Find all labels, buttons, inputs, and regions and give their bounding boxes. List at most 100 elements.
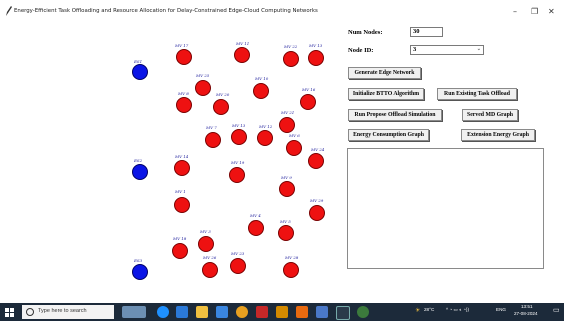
init-btto-button[interactable]: Initialize BTTO Algorithm bbox=[348, 88, 424, 100]
mobile-device-node bbox=[309, 205, 325, 221]
language-indicator[interactable]: ENG bbox=[496, 307, 506, 312]
edge-server-node bbox=[132, 264, 148, 280]
node-label: MV 20 bbox=[216, 92, 230, 97]
node-label: MV 13 bbox=[232, 123, 246, 128]
mobile-device-node bbox=[172, 243, 188, 259]
close-button[interactable]: ✕ bbox=[548, 8, 555, 16]
energy-consumption-graph-button[interactable]: Energy Consumption Graph bbox=[348, 129, 429, 141]
taskbar-search-box[interactable]: Type here to search bbox=[22, 305, 114, 319]
generate-network-button[interactable]: Generate Edge Network bbox=[348, 67, 421, 79]
node-label: MV 10 bbox=[255, 76, 269, 81]
weather-widget-icon[interactable] bbox=[122, 306, 146, 318]
mobile-device-node bbox=[213, 99, 229, 115]
task-view-icon[interactable] bbox=[176, 306, 188, 318]
search-placeholder: Type here to search bbox=[38, 308, 87, 314]
mobile-device-node bbox=[198, 236, 214, 252]
mobile-device-node bbox=[253, 83, 269, 99]
clock-time[interactable]: 13:51 bbox=[521, 304, 533, 309]
node-label: MV 6 bbox=[289, 133, 300, 138]
mobile-device-node bbox=[308, 50, 324, 66]
mobile-device-node bbox=[248, 220, 264, 236]
node-label: ES2 bbox=[134, 158, 143, 163]
mobile-device-node bbox=[229, 167, 245, 183]
chevron-down-icon: ⌄ bbox=[476, 47, 481, 52]
mobile-device-node bbox=[283, 51, 299, 67]
node-label: MV 12 bbox=[259, 124, 273, 129]
node-label: MV 26 bbox=[203, 255, 217, 260]
taskbar: Type here to search ☀ 28°C ^ ◔ ▭ ◐ ◔)) E… bbox=[0, 303, 564, 321]
edge-server-node bbox=[132, 64, 148, 80]
served-md-graph-button[interactable]: Served MD Graph bbox=[462, 109, 518, 121]
node-label: MV 22 bbox=[284, 44, 298, 49]
node-label: MV 1 bbox=[175, 189, 186, 194]
node-label: MV 14 bbox=[175, 154, 189, 159]
mobile-device-node bbox=[308, 153, 324, 169]
node-id-value: 3 bbox=[413, 46, 417, 53]
node-label: MV 23 bbox=[231, 251, 245, 256]
run-existing-offload-button[interactable]: Run Existing Task Offload bbox=[437, 88, 517, 100]
clock-date[interactable]: 27-08-2024 bbox=[514, 311, 538, 316]
node-label: MV 18 bbox=[173, 236, 187, 241]
feather-icon bbox=[6, 6, 12, 16]
mobile-device-node bbox=[234, 47, 250, 63]
mobile-device-node bbox=[174, 197, 190, 213]
node-label: MV 11 bbox=[236, 41, 250, 46]
node-label: ES3 bbox=[134, 258, 143, 263]
output-text-area[interactable] bbox=[347, 148, 544, 269]
weather-temperature: 28°C bbox=[424, 307, 435, 312]
edge-browser-icon[interactable] bbox=[157, 306, 169, 318]
mobile-device-node bbox=[205, 132, 221, 148]
num-nodes-label: Num Nodes: bbox=[348, 29, 383, 36]
node-label: MV 9 bbox=[281, 175, 292, 180]
node-label: MV 24 bbox=[311, 147, 325, 152]
mobile-device-node bbox=[283, 262, 299, 278]
app-icon[interactable] bbox=[296, 306, 308, 318]
mobile-device-node bbox=[195, 80, 211, 96]
node-label: MV 25 bbox=[196, 73, 210, 78]
app-icon[interactable] bbox=[316, 306, 328, 318]
node-id-label: Node ID: bbox=[348, 47, 374, 54]
mobile-device-node bbox=[202, 262, 218, 278]
node-label: MV 28 bbox=[285, 255, 299, 260]
edge-server-node bbox=[132, 164, 148, 180]
node-id-select[interactable]: 3 ⌄ bbox=[410, 45, 484, 55]
node-label: MV 16 bbox=[302, 87, 316, 92]
acrobat-icon[interactable] bbox=[256, 306, 268, 318]
network-canvas: ES1 ES2 ES3 MV 17 MV 11 MV 22 MV 13 MV 2… bbox=[0, 24, 340, 296]
windows-start-icon[interactable] bbox=[5, 308, 14, 317]
file-explorer-icon[interactable] bbox=[196, 306, 208, 318]
maximize-button[interactable]: ❐ bbox=[531, 8, 538, 16]
chrome-icon[interactable] bbox=[236, 306, 248, 318]
system-tray-icons[interactable]: ^ ◔ ▭ ◐ ◔)) bbox=[446, 307, 469, 313]
notification-icon[interactable]: ▭ bbox=[553, 306, 560, 314]
node-label: MV 7 bbox=[206, 125, 217, 130]
mobile-device-node bbox=[279, 117, 295, 133]
search-icon bbox=[26, 308, 34, 316]
mail-icon[interactable] bbox=[216, 306, 228, 318]
extension-energy-graph-button[interactable]: Extension Energy Graph bbox=[461, 129, 535, 141]
node-label: MV 3 bbox=[200, 229, 211, 234]
mobile-device-node bbox=[278, 225, 294, 241]
run-propose-simulation-button[interactable]: Run Propose Offload Simulation bbox=[348, 109, 442, 121]
python-icon[interactable] bbox=[357, 306, 369, 318]
weather-icon: ☀ bbox=[415, 308, 421, 314]
node-label: MV 5 bbox=[280, 219, 291, 224]
mobile-device-node bbox=[176, 49, 192, 65]
app-icon[interactable] bbox=[276, 306, 288, 318]
terminal-icon[interactable] bbox=[336, 306, 350, 320]
mobile-device-node bbox=[230, 258, 246, 274]
mobile-device-node bbox=[279, 181, 295, 197]
node-label: MV 19 bbox=[231, 160, 245, 165]
mobile-device-node bbox=[174, 160, 190, 176]
mobile-device-node bbox=[300, 94, 316, 110]
node-label: MV 8 bbox=[178, 91, 189, 96]
mobile-device-node bbox=[231, 129, 247, 145]
window-title: Energy-Efficient Task Offloading and Res… bbox=[14, 8, 318, 14]
node-label: MV 4 bbox=[250, 213, 261, 218]
mobile-device-node bbox=[176, 97, 192, 113]
num-nodes-input[interactable]: 30 bbox=[410, 27, 443, 37]
node-label: MV 17 bbox=[175, 43, 189, 48]
minimize-button[interactable]: – bbox=[513, 8, 517, 16]
mobile-device-node bbox=[286, 140, 302, 156]
node-label: MV 13 bbox=[309, 43, 323, 48]
